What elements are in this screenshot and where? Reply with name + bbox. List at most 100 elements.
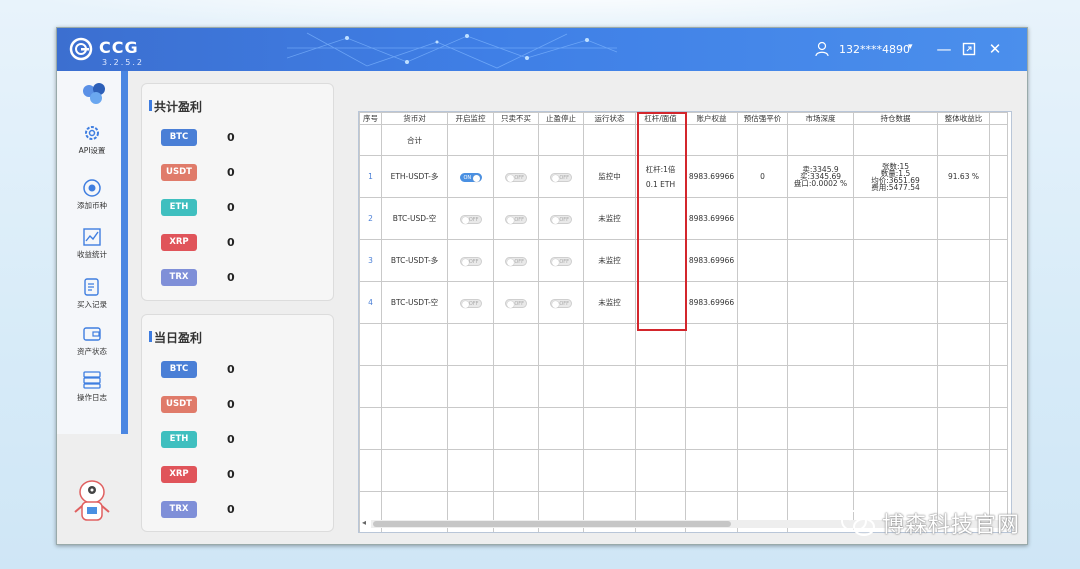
monitor-toggle[interactable]: ON: [459, 172, 482, 182]
market-depth: 卖:3345.9 买:3345.69 盘口:0.0002 %: [787, 155, 854, 198]
coin-badge-trx: TRX: [161, 501, 197, 518]
column-header: 只卖不买: [493, 112, 539, 125]
scroll-left-icon[interactable]: ◂: [362, 518, 366, 527]
total-profit-title: 共计盈利: [148, 100, 203, 114]
coin-value: 0: [227, 433, 235, 446]
sidebar-item-profit-stats[interactable]: 收益统计: [63, 227, 121, 260]
wechat-icon: [841, 510, 875, 536]
coin-badge-xrp: XRP: [161, 466, 197, 483]
coin-badge-eth: ETH: [161, 431, 197, 448]
coin-value: 0: [227, 236, 235, 249]
daily-profit-panel: 当日盈利 BTC 0 USDT 0 ETH 0 XRP 0 TRX 0: [141, 314, 334, 532]
app-name: CCG: [99, 38, 139, 57]
empty-row: [359, 407, 1008, 450]
table-row[interactable]: 4 BTC-USDT-空 OFF OFF OFF 未监控 8983.69966: [359, 281, 1008, 324]
coin-value: 0: [227, 166, 235, 179]
row-number: 1: [359, 155, 382, 198]
leverage-cell: [635, 239, 686, 282]
row-number: 3: [359, 239, 382, 282]
take-profit-stop-toggle[interactable]: OFF: [550, 298, 572, 308]
scrollbar-thumb[interactable]: [373, 521, 731, 527]
tech-pattern: [287, 32, 617, 69]
user-account[interactable]: 132****4890: [839, 43, 910, 56]
coin-badge-xrp: XRP: [161, 234, 197, 251]
robot-mascot-icon: [74, 480, 110, 521]
row-number: 2: [359, 197, 382, 240]
sidebar-item-asset-status[interactable]: 资产状态: [63, 324, 121, 357]
watermark-text: 博森科技官网: [882, 513, 1021, 538]
leverage-cell: 杠杆:1倍 0.1 ETH: [635, 155, 686, 198]
currency-pair: BTC-USD-空: [381, 197, 448, 240]
chevron-down-icon[interactable]: ▾: [908, 42, 913, 52]
positions-table: 序号 货币对 开启监控 只卖不买 止盈停止 运行状态 杠杆/面值 账户权益 预估…: [359, 112, 1008, 532]
summary-label: 合计: [381, 124, 448, 156]
row-number: 4: [359, 281, 382, 324]
sidebar-item-api-settings[interactable]: API设置: [63, 123, 121, 156]
column-header: 杠杆/面值: [635, 112, 686, 125]
take-profit-stop-toggle[interactable]: OFF: [550, 172, 572, 182]
sell-only-toggle[interactable]: OFF: [505, 298, 527, 308]
column-header: 货币对: [381, 112, 448, 125]
column-header: 整体收益比: [937, 112, 990, 125]
sell-only-toggle[interactable]: OFF: [505, 214, 527, 224]
leverage-value: 杠杆:1倍: [645, 165, 676, 174]
table-row[interactable]: 1 ETH-USDT-多 ON OFF OFF 监控中 杠杆:1倍 0.1 ETH…: [359, 155, 1008, 198]
app-logo-icon: [83, 83, 105, 104]
sidebar-accent-bar: [121, 71, 128, 434]
user-icon[interactable]: [814, 41, 830, 57]
currency-pair: BTC-USDT-空: [381, 281, 448, 324]
app-window: CCG 3.2.5.2 132****4890 ▾ — ✕ API设置 添加币种…: [56, 27, 1028, 545]
positions-grid: 序号 货币对 开启监控 只卖不买 止盈停止 运行状态 杠杆/面值 账户权益 预估…: [358, 111, 1012, 533]
log-icon: [83, 371, 101, 389]
coin-badge-usdt: USDT: [161, 396, 197, 413]
sell-only-toggle[interactable]: OFF: [505, 172, 527, 182]
close-icon[interactable]: ✕: [985, 39, 1005, 59]
coin-badge-usdt: USDT: [161, 164, 197, 181]
sidebar-item-operation-log[interactable]: 操作日志: [63, 370, 121, 403]
face-value: 0.1 ETH: [645, 180, 676, 189]
sidebar-item-label: 添加币种: [77, 201, 107, 210]
run-status: 监控中: [583, 155, 636, 198]
monitor-toggle[interactable]: OFF: [459, 298, 482, 308]
empty-row: [359, 365, 1008, 408]
overall-profit-ratio: 91.63 %: [937, 155, 990, 198]
monitor-toggle[interactable]: OFF: [459, 214, 482, 224]
sidebar-item-buy-records[interactable]: 买入记录: [63, 277, 121, 310]
column-header: 开启监控: [447, 112, 494, 125]
liquidation-price: 0: [737, 155, 788, 198]
watermark: 博森科技官网: [840, 506, 1020, 540]
table-row[interactable]: 3 BTC-USDT-多 OFF OFF OFF 未监控 8983.69966: [359, 239, 1008, 282]
sidebar-item-add-coin[interactable]: 添加币种: [63, 178, 121, 211]
summary-row: 合计: [359, 124, 1008, 156]
record-icon: [84, 278, 99, 296]
table-row[interactable]: 2 BTC-USD-空 OFF OFF OFF 未监控 8983.69966: [359, 197, 1008, 240]
sidebar-item-label: 收益统计: [77, 250, 107, 259]
sell-only-toggle[interactable]: OFF: [505, 256, 527, 266]
maximize-icon[interactable]: [959, 39, 979, 59]
account-equity: 8983.69966: [685, 155, 738, 198]
table-header-row: 序号 货币对 开启监控 只卖不买 止盈停止 运行状态 杠杆/面值 账户权益 预估…: [359, 112, 1008, 125]
coin-badge-trx: TRX: [161, 269, 197, 286]
coin-value: 0: [227, 503, 235, 516]
column-header: 市场深度: [787, 112, 854, 125]
take-profit-stop-toggle[interactable]: OFF: [550, 214, 572, 224]
coin-value: 0: [227, 271, 235, 284]
background-wave: [0, 0, 1080, 30]
column-header: 止盈停止: [538, 112, 584, 125]
position-fee: 费用:5477.54: [871, 182, 920, 192]
take-profit-stop-toggle[interactable]: OFF: [550, 256, 572, 266]
sidebar-item-label: API设置: [78, 146, 106, 155]
leverage-cell: [635, 197, 686, 240]
run-status: 未监控: [583, 239, 636, 282]
ccg-logo-icon: [69, 37, 93, 61]
coin-value: 0: [227, 363, 235, 376]
run-status: 未监控: [583, 281, 636, 324]
empty-row: [359, 323, 1008, 366]
column-header: 预估强平价: [737, 112, 788, 125]
minimize-icon[interactable]: —: [934, 39, 954, 59]
coin-value: 0: [227, 398, 235, 411]
app-version: 3.2.5.2: [102, 58, 144, 67]
wallet-icon: [83, 327, 101, 341]
monitor-toggle[interactable]: OFF: [459, 256, 482, 266]
column-header: 账户权益: [685, 112, 738, 125]
